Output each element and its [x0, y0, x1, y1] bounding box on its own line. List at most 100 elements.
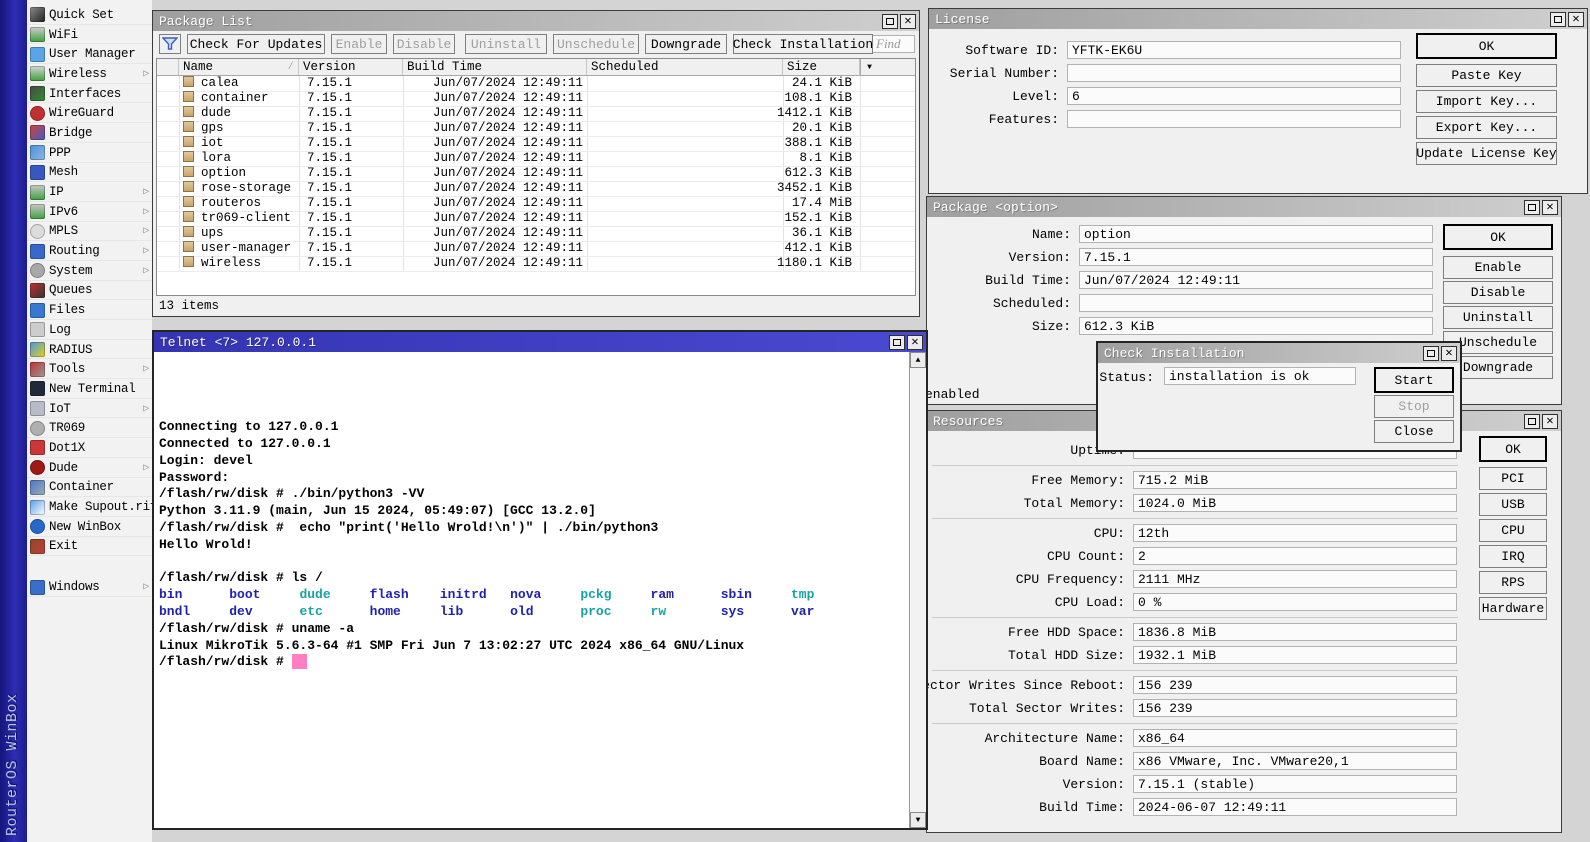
cpu-count-field[interactable]: 2 — [1133, 547, 1457, 565]
cpu-button[interactable]: CPU — [1479, 519, 1547, 542]
maximize-button[interactable] — [882, 14, 898, 29]
sidebar-item-user-manager[interactable]: User Manager — [27, 44, 152, 64]
maximize-button[interactable] — [1524, 414, 1540, 429]
column-header-name[interactable]: Name∕ — [179, 59, 299, 75]
total-hdd-size-field[interactable]: 1932.1 MiB — [1133, 646, 1457, 664]
pci-button[interactable]: PCI — [1479, 467, 1547, 490]
table-row[interactable]: calea7.15.1Jun/07/2024 12:49:1124.1 KiB — [157, 76, 915, 92]
features-field[interactable] — [1067, 110, 1401, 128]
update-license-key-button[interactable]: Update License Key — [1416, 142, 1557, 165]
unschedule-button[interactable]: Unschedule — [553, 34, 639, 54]
table-row[interactable]: wireless7.15.1Jun/07/2024 12:49:111180.1… — [157, 256, 915, 272]
board-name-field[interactable]: x86 VMware, Inc. VMware20,1 — [1133, 752, 1457, 770]
sidebar-item-make-supout-rif[interactable]: Make Supout.rif — [27, 497, 152, 517]
sidebar-item-new-winbox[interactable]: New WinBox — [27, 517, 152, 537]
maximize-button[interactable] — [1524, 200, 1540, 215]
sidebar-item-log[interactable]: Log — [27, 320, 152, 340]
table-row[interactable]: tr069-client7.15.1Jun/07/2024 12:49:1115… — [157, 211, 915, 227]
table-row[interactable]: dude7.15.1Jun/07/2024 12:49:111412.1 KiB — [157, 106, 915, 122]
check-installation-button[interactable]: Check Installation — [733, 34, 873, 54]
sidebar-item-dot1x[interactable]: Dot1X — [27, 438, 152, 458]
stop-button[interactable]: Stop — [1374, 395, 1454, 418]
uninstall-button[interactable]: Uninstall — [465, 34, 547, 54]
cpu-load-field[interactable]: 0 % — [1133, 593, 1457, 611]
column-header-version[interactable]: Version — [299, 59, 403, 75]
version-field[interactable]: 7.15.1 — [1079, 248, 1433, 266]
sidebar-item-wifi[interactable]: WiFi — [27, 25, 152, 45]
table-row[interactable]: iot7.15.1Jun/07/2024 12:49:11388.1 KiB — [157, 136, 915, 152]
cpu-frequency-field[interactable]: 2111 MHz — [1133, 570, 1457, 588]
maximize-button[interactable] — [889, 335, 905, 350]
sidebar-item-exit[interactable]: Exit — [27, 537, 152, 557]
sidebar-item-ip[interactable]: IP▷ — [27, 182, 152, 202]
ok-button[interactable]: OK — [1443, 224, 1553, 250]
close-button[interactable]: ✕ — [1441, 346, 1457, 361]
sidebar-item-interfaces[interactable]: Interfaces — [27, 84, 152, 104]
sidebar-item-tr069[interactable]: TR069 — [27, 418, 152, 438]
sidebar-item-new-terminal[interactable]: New Terminal — [27, 379, 152, 399]
table-row[interactable]: user-manager7.15.1Jun/07/2024 12:49:1141… — [157, 241, 915, 257]
free-memory-field[interactable]: 715.2 MiB — [1133, 471, 1457, 489]
sidebar-item-wireguard[interactable]: WireGuard — [27, 103, 152, 123]
close-button[interactable]: Close — [1374, 420, 1454, 443]
paste-key-button[interactable]: Paste Key — [1416, 64, 1557, 87]
cpu-field[interactable]: 12th — [1133, 524, 1457, 542]
sidebar-item-iot[interactable]: IoT▷ — [27, 399, 152, 419]
enable-button[interactable]: Enable — [1443, 256, 1553, 279]
build-time-field[interactable]: Jun/07/2024 12:49:11 — [1079, 271, 1433, 289]
column-header-build-time[interactable]: Build Time — [403, 59, 587, 75]
version-field[interactable]: 7.15.1 (stable) — [1133, 775, 1457, 793]
license-titlebar[interactable]: License ✕ — [929, 9, 1587, 29]
package-list-titlebar[interactable]: Package List ✕ — [153, 11, 919, 31]
build-time-field[interactable]: 2024-06-07 12:49:11 — [1133, 798, 1457, 816]
find-input[interactable] — [871, 35, 915, 53]
uninstall-button[interactable]: Uninstall — [1443, 306, 1553, 329]
irq-button[interactable]: IRQ — [1479, 545, 1547, 568]
import-key-button[interactable]: Import Key... — [1416, 90, 1557, 113]
sidebar-item-radius[interactable]: RADIUS — [27, 340, 152, 360]
size-field[interactable]: 612.3 KiB — [1079, 317, 1433, 335]
start-button[interactable]: Start — [1374, 367, 1454, 393]
maximize-button[interactable] — [1423, 346, 1439, 361]
downgrade-button[interactable]: Downgrade — [645, 34, 727, 54]
sector-writes-since-reboot-field[interactable]: 156 239 — [1133, 676, 1457, 694]
sidebar-item-system[interactable]: System▷ — [27, 261, 152, 281]
serial-number-field[interactable] — [1067, 64, 1401, 82]
scroll-up-icon[interactable]: ▲ — [910, 352, 926, 368]
level-field[interactable]: 6 — [1067, 87, 1401, 105]
sidebar-item-container[interactable]: Container — [27, 478, 152, 498]
sidebar-item-files[interactable]: Files — [27, 300, 152, 320]
free-hdd-space-field[interactable]: 1836.8 MiB — [1133, 623, 1457, 641]
scheduled-field[interactable] — [1079, 294, 1433, 312]
usb-button[interactable]: USB — [1479, 493, 1547, 516]
table-row[interactable]: container7.15.1Jun/07/2024 12:49:11108.1… — [157, 91, 915, 107]
enable-button[interactable]: Enable — [331, 34, 387, 54]
sidebar-item-bridge[interactable]: Bridge — [27, 123, 152, 143]
disable-button[interactable]: Disable — [1443, 281, 1553, 304]
vertical-scrollbar[interactable]: ▲ ▼ — [909, 352, 926, 828]
column-select-button[interactable]: ▼ — [860, 59, 878, 75]
maximize-button[interactable] — [1550, 12, 1566, 27]
sidebar-item-tools[interactable]: Tools▷ — [27, 359, 152, 379]
scroll-down-icon[interactable]: ▼ — [910, 812, 926, 828]
terminal-output[interactable]: Connecting to 127.0.0.1Connected to 127.… — [154, 352, 909, 828]
ok-button[interactable]: OK — [1479, 436, 1547, 462]
ok-button[interactable]: OK — [1416, 33, 1557, 59]
table-row[interactable]: rose-storage7.15.1Jun/07/2024 12:49:1134… — [157, 181, 915, 197]
close-button[interactable]: ✕ — [1542, 414, 1558, 429]
check-installation-titlebar[interactable]: Check Installation ✕ — [1098, 343, 1460, 363]
sidebar-item-mesh[interactable]: Mesh — [27, 163, 152, 183]
sidebar-item-ppp[interactable]: PPP — [27, 143, 152, 163]
sidebar-item-queues[interactable]: Queues — [27, 281, 152, 301]
status-field[interactable]: installation is ok — [1164, 367, 1356, 385]
close-button[interactable]: ✕ — [1568, 12, 1584, 27]
table-row[interactable]: ups7.15.1Jun/07/2024 12:49:1136.1 KiB — [157, 226, 915, 242]
column-header-size[interactable]: Size — [783, 59, 860, 75]
name-field[interactable]: option — [1079, 225, 1433, 243]
sidebar-item-mpls[interactable]: MPLS▷ — [27, 222, 152, 242]
software-id-field[interactable]: YFTK-EK6U — [1067, 41, 1401, 59]
table-row[interactable]: routeros7.15.1Jun/07/2024 12:49:1117.4 M… — [157, 196, 915, 212]
disable-button[interactable]: Disable — [393, 34, 455, 54]
column-header-scheduled[interactable]: Scheduled — [587, 59, 783, 75]
sidebar-item-routing[interactable]: Routing▷ — [27, 241, 152, 261]
